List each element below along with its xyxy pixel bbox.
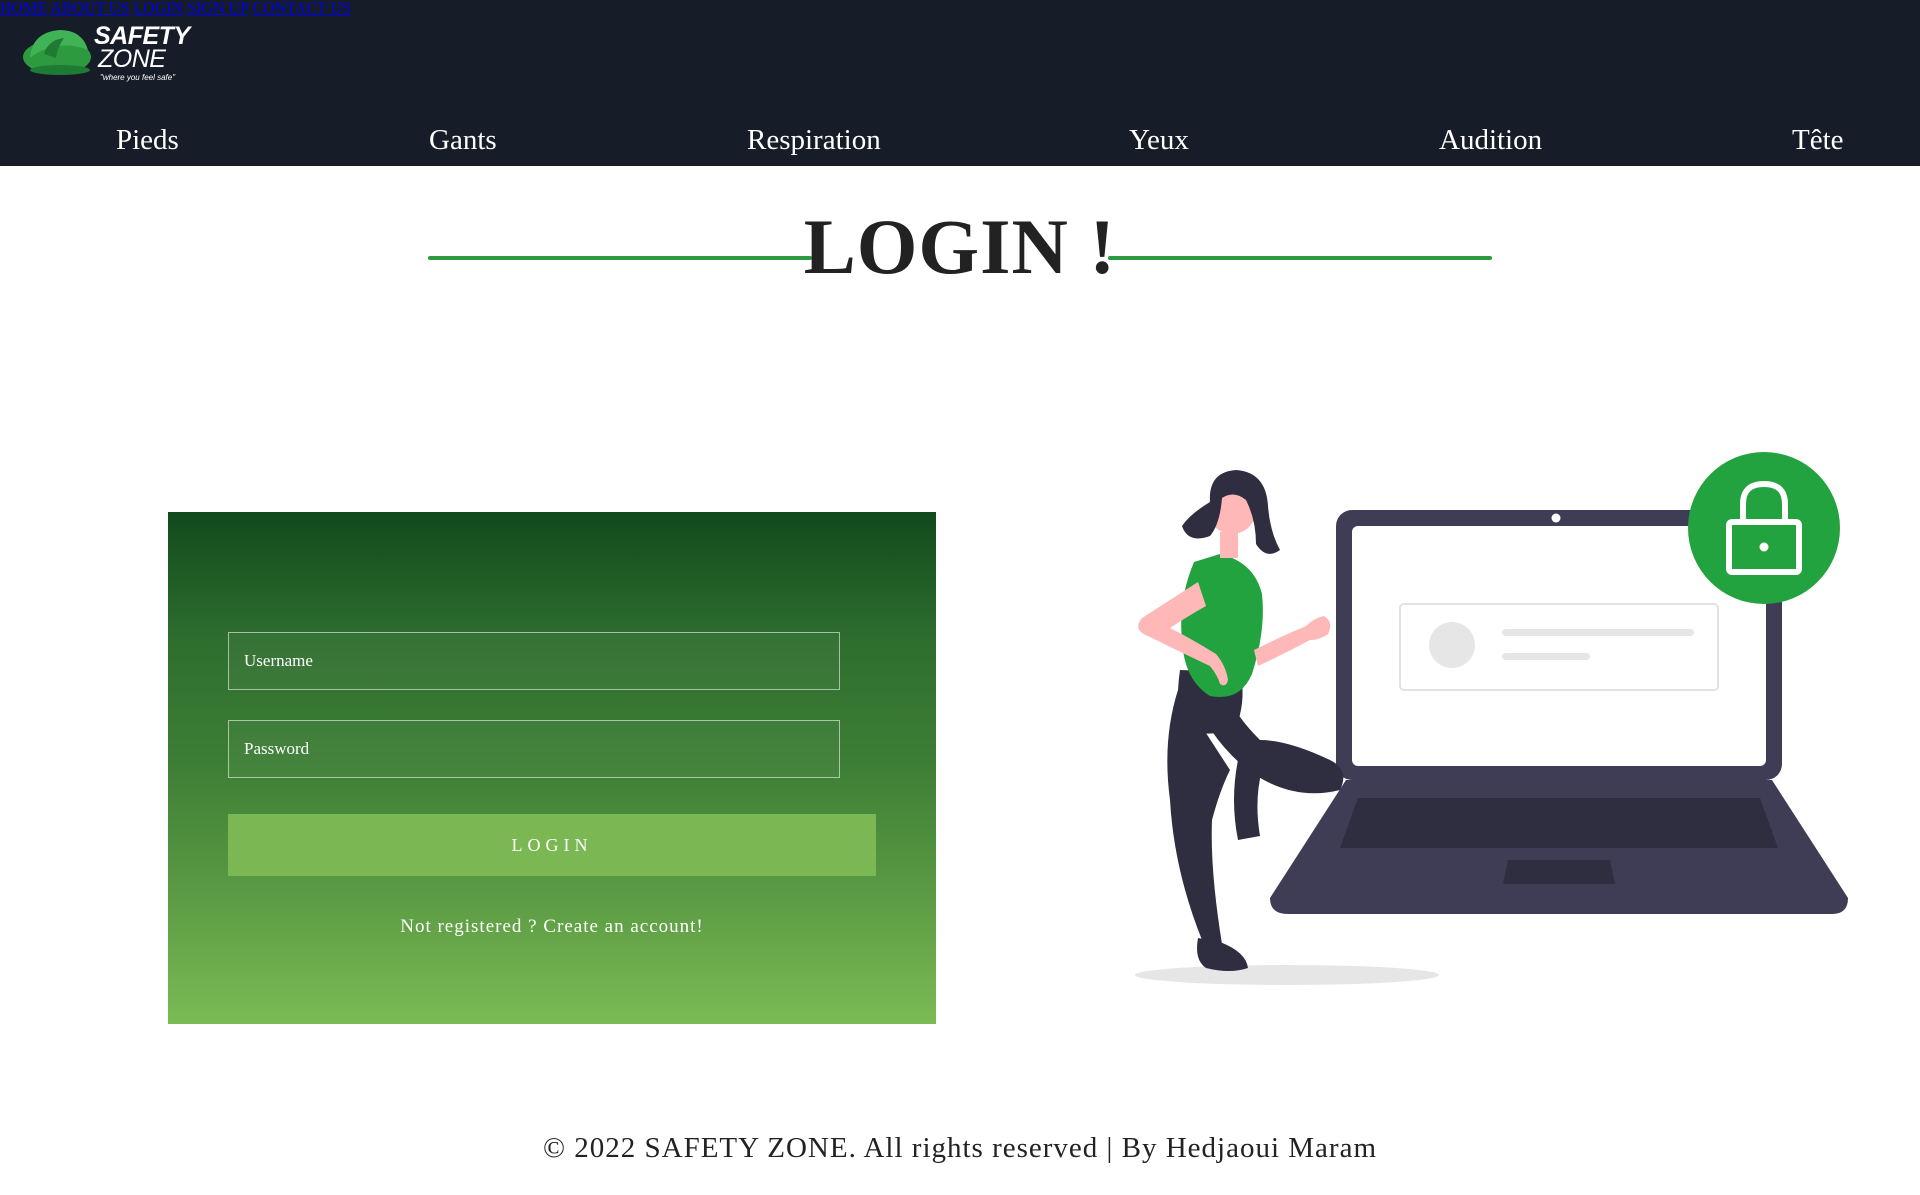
page-title: LOGIN ! — [803, 203, 1117, 290]
woman-laptop-illustration — [1135, 452, 1848, 985]
logo-line-2: ZONE — [98, 45, 166, 73]
nav-sign-up[interactable]: SIGN UP — [187, 0, 248, 17]
category-gants[interactable]: Gants — [429, 124, 497, 157]
nav-login[interactable]: LOGIN — [134, 0, 184, 17]
logo-wordmark: SAFETY ZONE "where you feel safe" — [94, 24, 190, 82]
site-logo[interactable]: SAFETY ZONE "where you feel safe" — [22, 22, 190, 82]
username-input[interactable] — [228, 632, 840, 690]
site-header: SAFETY ZONE "where you feel safe" HOME A… — [0, 0, 1920, 166]
category-yeux[interactable]: Yeux — [1129, 124, 1189, 157]
category-respiration[interactable]: Respiration — [747, 124, 881, 157]
nav-contact-us[interactable]: CONTACT US — [252, 0, 350, 17]
category-audition[interactable]: Audition — [1439, 124, 1542, 157]
logo-tagline: "where you feel safe" — [100, 73, 176, 82]
helmet-icon — [23, 30, 91, 75]
login-button[interactable]: LOGIN — [228, 814, 876, 876]
login-illustration — [1070, 440, 1870, 1000]
nav-home[interactable]: HOME — [0, 0, 47, 17]
create-account-link[interactable]: Not registered ? Create an account! — [168, 916, 936, 938]
password-input[interactable] — [228, 720, 840, 778]
nav-about-us[interactable]: ABOUT US — [50, 0, 129, 17]
heading-rule-right — [1108, 256, 1492, 260]
site-footer: © 2022 SAFETY ZONE. All rights reserved … — [542, 1132, 1377, 1164]
category-pieds[interactable]: Pieds — [116, 124, 179, 157]
category-tete[interactable]: Tête — [1792, 124, 1844, 157]
login-form: LOGIN Not registered ? Create an account… — [168, 512, 936, 1024]
main-nav: HOME ABOUT US LOGIN SIGN UP CONTACT US — [0, 0, 1920, 18]
